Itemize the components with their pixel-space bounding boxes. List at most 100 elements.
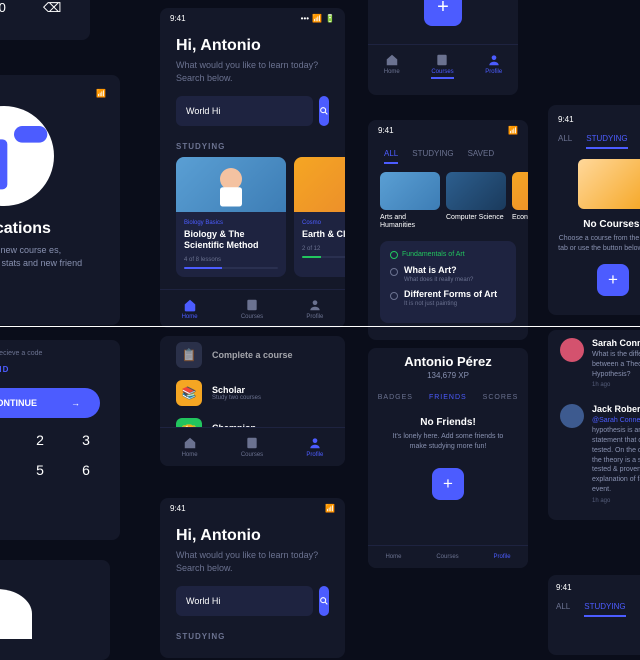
studying-label: STUDYING (160, 136, 345, 157)
key-2[interactable]: 2 (24, 432, 56, 448)
filter-fragment: 9:41 ALL STUDYING (548, 575, 640, 655)
course-meta: 4 of 8 lessons (184, 257, 278, 263)
tab-scores[interactable]: SCORES (483, 394, 519, 401)
user-icon (308, 298, 322, 312)
comment-author: Jack Roberson (592, 404, 640, 414)
nav-home[interactable]: Home (182, 298, 198, 320)
search-icon (319, 586, 329, 616)
nav-profile[interactable]: Profile (494, 554, 511, 560)
achievements-screen: 📋 Complete a course 📚 ScholarStudy two c… (160, 336, 345, 466)
course-card[interactable]: Biology Basics Biology & The Scientific … (176, 157, 286, 277)
comment-item[interactable]: Jack Roberson @Sarah Conner The hypothes… (548, 396, 640, 511)
add-button[interactable]: + (424, 0, 462, 26)
search-input[interactable] (176, 96, 313, 126)
nav-courses[interactable]: Courses (241, 298, 263, 320)
status-bar: 9:41📶 (368, 120, 528, 141)
tab-studying[interactable]: STUDYING (584, 602, 625, 617)
notifications-desc: tified about new course es, scoreboard s… (0, 244, 106, 282)
tab-badges[interactable]: BADGES (378, 394, 413, 401)
category-card[interactable]: Arts and Humanities (380, 172, 440, 231)
course-title: Earth & Clim (302, 229, 345, 240)
achievement-item[interactable]: 📋 Complete a course (160, 336, 345, 374)
key-6[interactable]: 6 (70, 462, 102, 478)
search-input[interactable] (176, 586, 313, 616)
add-course-button[interactable]: + (597, 264, 629, 296)
nav-home[interactable]: Home (182, 436, 198, 458)
user-icon (487, 53, 501, 67)
course-category: Cosmo (302, 220, 345, 226)
home-icon (385, 53, 399, 67)
studying-label: STUDYING (160, 626, 345, 647)
nav-home[interactable]: Home (384, 53, 400, 79)
nav-profile[interactable]: Profile (306, 298, 323, 320)
tab-all[interactable]: ALL (558, 134, 572, 149)
key-3[interactable]: 3 (70, 432, 102, 448)
plus-screen: + Home Courses Profile (368, 0, 518, 95)
nav-courses[interactable]: Courses (241, 436, 263, 458)
profile-screen: Antonio Pérez 134,679 XP BADGES FRIENDS … (368, 348, 528, 568)
avatar (560, 338, 584, 362)
avatar (560, 404, 584, 428)
profile-name: Antonio Pérez (368, 354, 528, 369)
nav-courses[interactable]: Courses (436, 554, 458, 560)
notifications-title: Notifications (0, 220, 106, 238)
course-meta: 2 of 12 (302, 246, 345, 252)
tab-saved[interactable]: SAVED (468, 149, 495, 164)
achievement-item[interactable]: 📚 ScholarStudy two courses (160, 374, 345, 412)
lesson-item[interactable]: Different Forms of Art It is not just pa… (390, 289, 506, 307)
category-card[interactable]: Computer Science (446, 172, 506, 231)
comment-item[interactable]: Sarah Conner What is the difference betw… (548, 330, 640, 396)
continue-button[interactable]: CONTINUE→ (0, 388, 100, 418)
course-card[interactable]: Cosmo Earth & Clim 2 of 12 (294, 157, 345, 277)
greeting-title: Hi, Antonio (176, 37, 329, 55)
comment-author: Sarah Conner (592, 338, 640, 348)
comment-time: 1h ago (592, 498, 640, 504)
comment-time: 1h ago (592, 382, 640, 388)
no-courses-screen: 9:41 ALL STUDYING No Courses! Choose a c… (548, 105, 640, 315)
profile-xp: 134,679 XP (368, 371, 528, 380)
scholar-icon: 📚 (176, 380, 202, 406)
home-icon (183, 436, 197, 450)
resend-link[interactable]: RESEND (0, 365, 110, 374)
greeting-title: Hi, Antonio (176, 527, 329, 545)
greeting-subtitle: What would you like to learn today? Sear… (176, 549, 329, 574)
key-0[interactable]: 0 (0, 0, 6, 16)
status-bar: 9:41 (558, 115, 640, 130)
tab-studying[interactable]: STUDYING (586, 134, 627, 149)
key-delete[interactable]: ⌫ (43, 0, 61, 16)
tab-friends[interactable]: FRIENDS (429, 394, 467, 401)
nav-home[interactable]: Home (385, 554, 401, 560)
comment-text: @Sarah Conner The hypothesis is an unpro… (592, 416, 640, 494)
resend-text: I did not recieve a code (0, 350, 110, 357)
arrow-icon: → (71, 398, 80, 408)
course-category: Biology Basics (184, 220, 278, 226)
lesson-item[interactable]: What is Art? What does it really mean? (390, 265, 506, 283)
status-bar: 9:41📶 (160, 498, 345, 519)
search-icon (319, 96, 329, 126)
greeting-subtitle: What would you like to learn today? Sear… (176, 59, 329, 84)
nav-courses[interactable]: Courses (431, 53, 453, 79)
status-bar: 9:41 •••📶🔋 (160, 8, 345, 29)
key-1[interactable]: 1 (0, 432, 10, 448)
search-button[interactable] (319, 96, 329, 126)
tab-all[interactable]: ALL (384, 149, 398, 164)
key-4[interactable]: 4 (0, 462, 10, 478)
search-button[interactable] (319, 586, 329, 616)
notifications-fragment: 9:41 (0, 560, 110, 660)
tab-all[interactable]: ALL (556, 602, 570, 617)
category-card[interactable]: Econ and B (512, 172, 528, 231)
empty-title: No Friends! (384, 417, 512, 428)
course-illustration (176, 157, 286, 212)
tab-studying[interactable]: STUDYING (412, 149, 453, 164)
nav-profile[interactable]: Profile (306, 436, 323, 458)
empty-desc: Choose a course from the Courses tab or … (558, 234, 640, 254)
nav-profile[interactable]: Profile (485, 53, 502, 79)
book-icon (245, 298, 259, 312)
add-friend-button[interactable]: + (432, 468, 464, 500)
book-icon (245, 436, 259, 450)
status-bar: 9:41 (556, 583, 640, 598)
courses-screen: 9:41📶 ALL STUDYING SAVED Arts and Humani… (368, 120, 528, 340)
status-bar: 9:41 (0, 572, 98, 589)
key-5[interactable]: 5 (24, 462, 56, 478)
course-title: Biology & The Scientific Method (184, 229, 278, 251)
